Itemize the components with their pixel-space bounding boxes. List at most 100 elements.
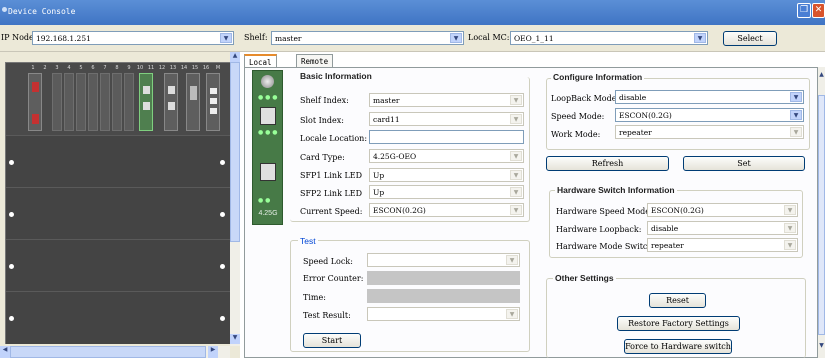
sfp2-link-led-select[interactable]: Up ▼ bbox=[369, 185, 524, 199]
speed-mode-label: Speed Mode: bbox=[551, 112, 605, 121]
scroll-thumb[interactable] bbox=[818, 95, 825, 335]
work-mode-value: repeater bbox=[619, 128, 652, 137]
slot-index-label: Slot Index: bbox=[300, 116, 344, 125]
slot-index-value: card11 bbox=[373, 115, 400, 124]
force-hardware-switch-button[interactable]: Force to Hardware switch bbox=[624, 339, 732, 354]
sfp1-link-led-select[interactable]: Up ▼ bbox=[369, 168, 524, 182]
chevron-down-icon: ▼ bbox=[220, 33, 232, 43]
scroll-left-icon[interactable]: ◀ bbox=[0, 346, 10, 358]
test-result-select[interactable]: ▼ bbox=[367, 307, 520, 321]
chevron-down-icon: ▼ bbox=[694, 33, 706, 43]
led-indicator: ● ● bbox=[258, 197, 271, 204]
chevron-down-icon: ▼ bbox=[510, 95, 522, 105]
local-mc-label: Local MC: bbox=[468, 33, 510, 42]
title-bar: Device Console ❐ ✕ bbox=[0, 0, 825, 25]
port-icon bbox=[210, 88, 217, 94]
card-type-select[interactable]: 4.25G-OEO ▼ bbox=[369, 149, 524, 163]
scroll-thumb[interactable] bbox=[230, 62, 240, 242]
port-icon bbox=[168, 86, 175, 94]
tab-remote-card[interactable]: Remote Card bbox=[296, 54, 334, 75]
speed-lock-select[interactable]: ▼ bbox=[367, 253, 520, 267]
hardware-loopback-label: Hardware Loopback: bbox=[556, 225, 642, 234]
power-indicator bbox=[32, 114, 39, 124]
empty-slot[interactable] bbox=[100, 73, 110, 131]
ip-node-label: IP Node bbox=[1, 33, 34, 42]
slot-number: 6 bbox=[91, 65, 95, 71]
slot-number: 15 bbox=[191, 65, 199, 71]
scroll-up-icon[interactable]: ▲ bbox=[230, 52, 240, 62]
knob-icon bbox=[261, 75, 274, 88]
scroll-up-icon[interactable]: ▲ bbox=[818, 71, 825, 81]
refresh-button[interactable]: Refresh bbox=[546, 156, 669, 171]
chassis-horizontal-scrollbar[interactable]: ◀ ▶ bbox=[0, 346, 230, 358]
shelf-index-value: master bbox=[373, 96, 400, 105]
set-button[interactable]: Set bbox=[683, 156, 805, 171]
tab-local-card[interactable]: Local Card bbox=[244, 54, 277, 76]
work-mode-select[interactable]: repeater ▼ bbox=[615, 125, 804, 139]
chassis-shelf-row[interactable] bbox=[6, 291, 231, 344]
chevron-down-icon: ▼ bbox=[790, 92, 802, 102]
test-result-label: Test Result: bbox=[303, 311, 351, 320]
chassis-card[interactable] bbox=[164, 73, 178, 131]
slot-number: 16 bbox=[202, 65, 210, 71]
rack-dot bbox=[9, 264, 14, 269]
chassis-card-management[interactable] bbox=[206, 73, 220, 131]
local-mc-select[interactable]: OEO_1_11 ▼ bbox=[510, 31, 708, 45]
empty-slot[interactable] bbox=[64, 73, 74, 131]
hardware-speed-mode-select[interactable]: ESCON(0.2G) ▼ bbox=[647, 203, 798, 217]
slot-index-select[interactable]: card11 ▼ bbox=[369, 112, 524, 126]
locale-location-input[interactable] bbox=[369, 130, 524, 144]
empty-slot[interactable] bbox=[112, 73, 122, 131]
chassis-shelf-row[interactable] bbox=[6, 239, 231, 291]
close-icon[interactable]: ✕ bbox=[812, 3, 825, 18]
chassis-shelf-row[interactable] bbox=[6, 135, 231, 187]
error-counter-field bbox=[367, 271, 520, 285]
slot-number: 13 bbox=[169, 65, 177, 71]
restore-factory-settings-button[interactable]: Restore Factory Settings bbox=[617, 316, 740, 331]
card-speed-badge: 4.25G bbox=[258, 210, 278, 217]
chassis-vertical-scrollbar[interactable]: ▲ ▼ bbox=[230, 52, 240, 346]
led-indicator: ● ● ● bbox=[258, 94, 278, 101]
shelf-index-select[interactable]: master ▼ bbox=[369, 93, 524, 107]
current-speed-value: ESCON(0.2G) bbox=[373, 206, 426, 215]
reset-button[interactable]: Reset bbox=[649, 293, 706, 308]
select-button[interactable]: Select bbox=[723, 31, 777, 46]
chassis-shelf-row[interactable] bbox=[6, 187, 231, 239]
chassis-slots: 1 2 3 4 5 6 7 8 9 10 11 12 13 14 15 16 M bbox=[6, 63, 231, 135]
chevron-down-icon: ▼ bbox=[784, 223, 796, 233]
empty-slot[interactable] bbox=[76, 73, 86, 131]
hardware-loopback-select[interactable]: disable ▼ bbox=[647, 221, 798, 235]
locale-location-label: Locale Location: bbox=[300, 134, 368, 143]
error-counter-label: Error Counter: bbox=[303, 274, 364, 283]
ip-node-select[interactable]: 192.168.1.251 ▼ bbox=[32, 31, 234, 45]
empty-slot[interactable] bbox=[52, 73, 62, 131]
card-type-label: Card Type: bbox=[300, 153, 345, 162]
content-vertical-scrollbar[interactable]: ▲ ▼ bbox=[818, 67, 825, 358]
chevron-down-icon: ▼ bbox=[510, 151, 522, 161]
loopback-mode-select[interactable]: disable ▼ bbox=[615, 90, 804, 104]
scroll-down-icon[interactable]: ▼ bbox=[818, 342, 825, 352]
sfp1-link-led-label: SFP1 Link LED bbox=[300, 171, 363, 180]
hardware-mode-switch-select[interactable]: repeater ▼ bbox=[647, 238, 798, 252]
current-speed-select[interactable]: ESCON(0.2G) ▼ bbox=[369, 203, 524, 217]
chevron-down-icon: ▼ bbox=[506, 309, 518, 319]
empty-slot[interactable] bbox=[88, 73, 98, 131]
speed-mode-select[interactable]: ESCON(0.2G) ▼ bbox=[615, 108, 804, 122]
time-field bbox=[367, 289, 520, 303]
shelf-select[interactable]: master ▼ bbox=[271, 31, 464, 45]
rack-dot bbox=[220, 316, 225, 321]
chassis-card[interactable] bbox=[186, 73, 200, 131]
sfp2-link-led-value: Up bbox=[373, 188, 385, 197]
scroll-right-icon[interactable]: ▶ bbox=[208, 346, 218, 358]
scroll-thumb[interactable] bbox=[10, 346, 206, 358]
chassis-card-selected[interactable] bbox=[139, 73, 153, 131]
slot-number: 9 bbox=[127, 65, 131, 71]
empty-slot[interactable] bbox=[124, 73, 134, 131]
start-button[interactable]: Start bbox=[303, 333, 361, 348]
hardware-mode-switch-label: Hardware Mode Switch: bbox=[556, 242, 656, 251]
scroll-down-icon[interactable]: ▼ bbox=[230, 334, 240, 344]
chassis-card-power[interactable] bbox=[28, 73, 42, 131]
slot-number: 5 bbox=[79, 65, 83, 71]
port-icon bbox=[190, 86, 197, 100]
restore-icon[interactable]: ❐ bbox=[797, 3, 811, 18]
